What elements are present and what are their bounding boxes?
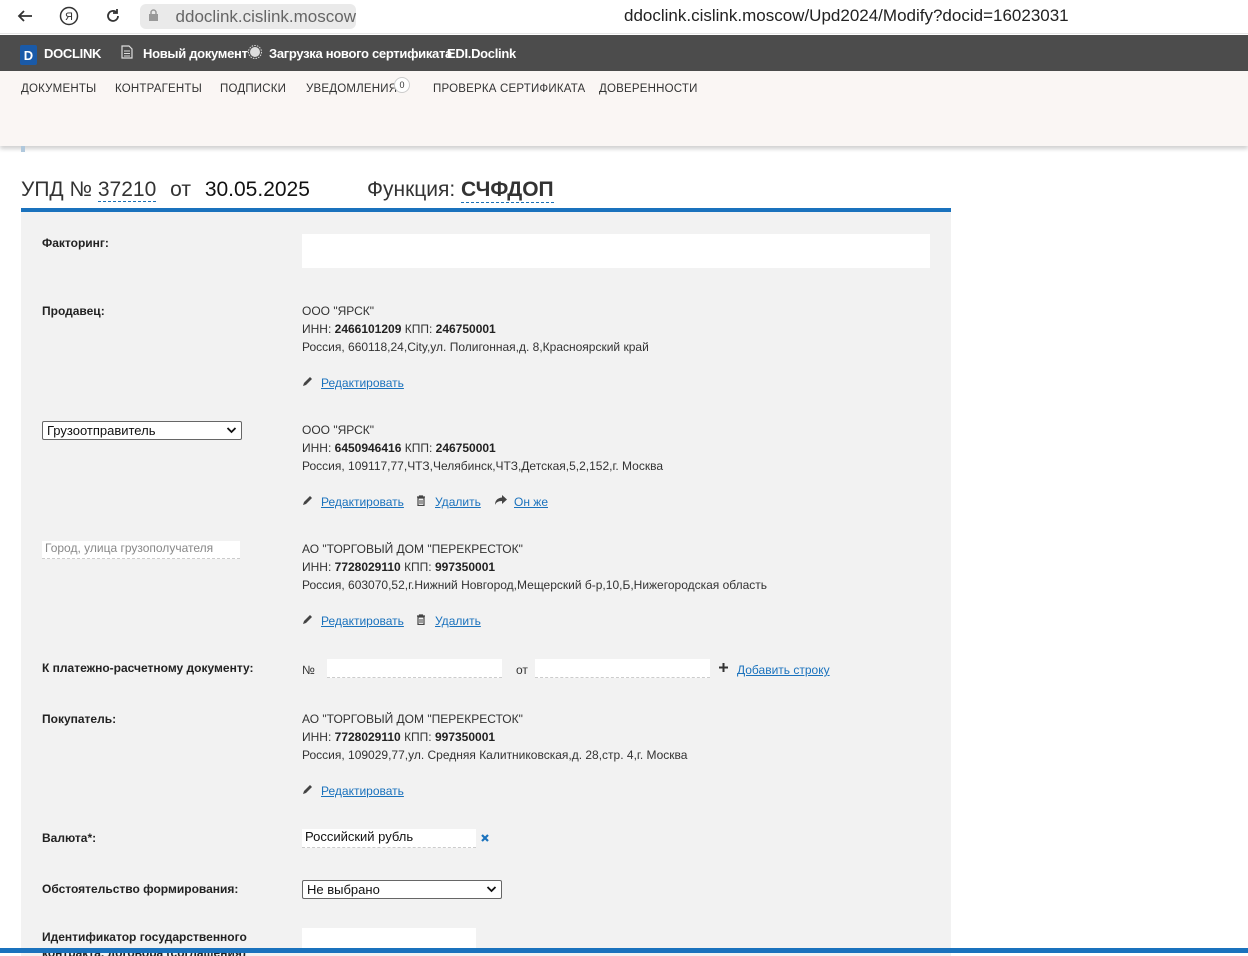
factoring-label: Факторинг:	[42, 236, 109, 250]
tab-documents[interactable]: ДОКУМЕНТЫ	[21, 83, 96, 95]
seller-name: ООО "ЯРСК"	[302, 304, 375, 318]
circumstance-label: Обстоятельство формирования:	[42, 882, 239, 896]
tab-counterparties[interactable]: КОНТРАГЕНТЫ	[115, 83, 202, 95]
certificate-seal-icon	[248, 45, 262, 62]
shipper-edit-link[interactable]: Редактировать	[321, 495, 404, 509]
consignee-name: АО "ТОРГОВЫЙ ДОМ "ПЕРЕКРЕСТОК"	[302, 542, 523, 556]
consignee-city-input[interactable]: Город, улица грузополучателя	[42, 541, 240, 559]
notifications-count-badge: 0	[394, 77, 410, 93]
function-value[interactable]: СЧФДОП	[461, 178, 554, 203]
url-domain-pill[interactable]: ddoclink.cislink.moscow	[140, 4, 356, 29]
tab-subscriptions[interactable]: ПОДПИСКИ	[220, 83, 286, 95]
gov-id-label: Идентификатор государственного	[42, 930, 247, 944]
factoring-field[interactable]	[302, 234, 930, 268]
tab-notifications[interactable]: УВЕДОМЛЕНИЯ	[306, 83, 397, 95]
payment-number-input[interactable]	[327, 659, 502, 678]
shipper-ids: ИНН: 6450946416 КПП: 246750001	[302, 441, 496, 455]
currency-label: Валюта*:	[42, 831, 97, 845]
bottom-divider	[0, 948, 1248, 953]
chevron-down-icon	[226, 422, 237, 442]
browser-toolbar: Я ddoclink.cislink.moscow ddoclink.cisli…	[0, 0, 1248, 34]
trash-icon	[416, 614, 426, 628]
brand-link[interactable]: DOCLINK	[44, 46, 101, 61]
pencil-icon	[302, 614, 313, 628]
consignee-address: Россия, 603070,52,г.Нижний Новгород,Меще…	[302, 578, 768, 592]
back-arrow-icon[interactable]	[14, 5, 36, 27]
pencil-icon	[302, 784, 313, 798]
consignee-info: АО "ТОРГОВЫЙ ДОМ "ПЕРЕКРЕСТОК" ИНН: 7728…	[302, 540, 767, 594]
lock-icon	[148, 8, 164, 25]
payment-no-label: №	[302, 663, 315, 677]
document-number[interactable]: 37210	[97, 178, 157, 202]
main-nav: ДОКУМЕНТЫ КОНТРАГЕНТЫ ПОДПИСКИ УВЕДОМЛЕН…	[0, 71, 1248, 146]
plus-icon	[718, 662, 729, 676]
shipper-info: ООО "ЯРСК" ИНН: 6450946416 КПП: 24675000…	[302, 421, 663, 475]
payment-from-label: от	[516, 663, 528, 677]
circumstance-select[interactable]: Не выбрано	[302, 880, 502, 899]
app-header: D DOCLINK Новый документ Загрузка нового…	[0, 35, 1248, 71]
seller-edit-link[interactable]: Редактировать	[321, 376, 404, 390]
seller-info: ООО "ЯРСК" ИНН: 2466101209 КПП: 24675000…	[302, 302, 649, 356]
yandex-icon[interactable]: Я	[58, 5, 80, 27]
gov-id-input[interactable]	[302, 928, 476, 948]
share-arrow-icon	[494, 494, 508, 509]
add-row-link[interactable]: Добавить строку	[737, 663, 830, 677]
shipper-delete-link[interactable]: Удалить	[435, 495, 481, 509]
buyer-name: АО "ТОРГОВЫЙ ДОМ "ПЕРЕКРЕСТОК"	[302, 712, 523, 726]
consignee-ids: ИНН: 7728029110 КПП: 997350001	[302, 560, 496, 574]
upload-certificate-link[interactable]: Загрузка нового сертификата	[269, 46, 452, 61]
url-domain: ddoclink.cislink.moscow	[175, 6, 356, 26]
currency-input[interactable]: Российский рубль	[302, 829, 476, 848]
tab-powers-of-attorney[interactable]: ДОВЕРЕННОСТИ	[599, 83, 698, 95]
buyer-edit-link[interactable]: Редактировать	[321, 784, 404, 798]
shipper-type-select[interactable]: Грузоотправитель	[42, 421, 242, 440]
payment-date-input[interactable]	[535, 659, 710, 678]
reload-icon[interactable]	[102, 5, 124, 27]
page-title: УПД № 37210 от 30.05.2025	[21, 178, 310, 202]
side-marker	[21, 146, 25, 152]
doclink-logo-icon[interactable]: D	[20, 45, 37, 65]
pencil-icon	[302, 495, 313, 509]
clear-x-icon[interactable]	[480, 832, 490, 846]
edi-doclink-link[interactable]: EDI.Doclink	[447, 46, 516, 61]
pencil-icon	[302, 376, 313, 390]
buyer-address: Россия, 109029,77,ул. Средняя Калитников…	[302, 748, 688, 762]
payment-doc-label: К платежно-расчетному документу:	[42, 661, 254, 675]
shipper-address: Россия, 109117,77,ЧТЗ,Челябинск,ЧТЗ,Детс…	[302, 459, 664, 473]
trash-icon	[416, 495, 426, 509]
svg-text:Я: Я	[65, 11, 73, 23]
document-icon	[121, 45, 133, 62]
shipper-same-link[interactable]: Он же	[514, 495, 548, 509]
new-document-link[interactable]: Новый документ	[143, 46, 248, 61]
chevron-down-icon	[486, 881, 497, 901]
shipper-name: ООО "ЯРСК"	[302, 423, 375, 437]
url-full[interactable]: ddoclink.cislink.moscow/Upd2024/Modify?d…	[624, 6, 1069, 26]
seller-label: Продавец:	[42, 304, 105, 318]
buyer-ids: ИНН: 7728029110 КПП: 997350001	[302, 730, 496, 744]
seller-ids: ИНН: 2466101209 КПП: 246750001	[302, 322, 496, 336]
document-date[interactable]: 30.05.2025	[205, 178, 310, 201]
seller-address: Россия, 660118,24,City,ул. Полигонная,д.…	[302, 340, 649, 354]
title-from: от	[170, 178, 191, 201]
consignee-delete-link[interactable]: Удалить	[435, 614, 481, 628]
tab-certificate-check[interactable]: ПРОВЕРКА СЕРТИФИКАТА	[433, 83, 585, 95]
buyer-info: АО "ТОРГОВЫЙ ДОМ "ПЕРЕКРЕСТОК" ИНН: 7728…	[302, 710, 687, 764]
function-label: Функция:	[367, 178, 456, 201]
buyer-label: Покупатель:	[42, 712, 117, 726]
consignee-edit-link[interactable]: Редактировать	[321, 614, 404, 628]
title-prefix: УПД №	[21, 178, 93, 201]
